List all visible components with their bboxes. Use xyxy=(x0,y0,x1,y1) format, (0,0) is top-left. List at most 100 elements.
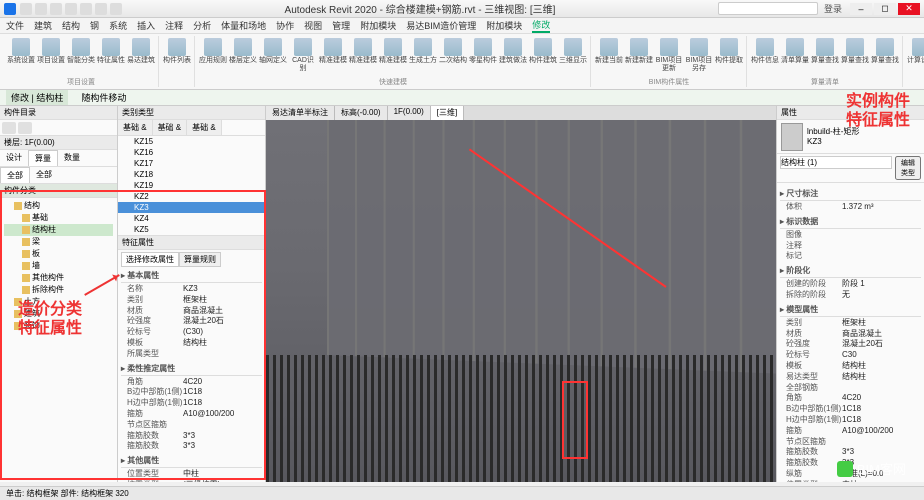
ribbon-button[interactable]: 精准建模 xyxy=(349,36,377,65)
tree-node[interactable]: 基础 xyxy=(4,212,113,224)
prop-row[interactable]: 全部钢筋 xyxy=(780,383,921,394)
ribbon-button[interactable]: 算量查找 xyxy=(841,36,869,65)
prop-section[interactable]: ▸ 尺寸标注 xyxy=(780,187,921,201)
prop-row[interactable]: 体积1.372 m³ xyxy=(780,202,921,213)
ribbon-button[interactable]: 生成土方 xyxy=(409,36,437,65)
prop-row[interactable]: 箍筋胶数3*3 xyxy=(780,447,921,458)
type-list[interactable]: KZ15KZ16KZ17KZ18KZ19KZ2KZ3KZ4KZ5 xyxy=(118,136,265,236)
ribbon-button[interactable]: 构件提取 xyxy=(715,36,743,65)
prop-row[interactable]: 位置类型中柱 xyxy=(780,480,921,482)
tree-node[interactable]: 梁 xyxy=(4,236,113,248)
prop-row[interactable]: H边中部筋(1侧)1C18 xyxy=(121,398,262,409)
prop-row[interactable]: 抗震类型(三级抗震) xyxy=(121,480,262,482)
list-item[interactable]: KZ3 xyxy=(118,202,265,213)
prop-row[interactable]: 易达类型结构柱 xyxy=(780,372,921,383)
prop-row[interactable]: 名称KZ3 xyxy=(121,284,262,295)
maximize-button[interactable]: ◻ xyxy=(874,3,896,15)
ribbon-button[interactable]: 精准建模 xyxy=(379,36,407,65)
menu-item[interactable]: 文件 xyxy=(6,19,24,32)
prop-row[interactable]: H边中部筋(1侧)1C18 xyxy=(780,415,921,426)
menu-item[interactable]: 分析 xyxy=(193,19,211,32)
ribbon-button[interactable]: 系统设置 xyxy=(7,36,35,65)
ribbon-button[interactable]: 构件信息 xyxy=(751,36,779,65)
prop-row[interactable]: 类别框架柱 xyxy=(121,295,262,306)
qat-icon[interactable] xyxy=(95,3,107,15)
ribbon-button[interactable]: 构件建筑 xyxy=(529,36,557,65)
context-option[interactable]: 随构件移动 xyxy=(76,90,131,105)
close-button[interactable]: ✕ xyxy=(898,3,920,15)
prop-row[interactable]: 砼标号(C30) xyxy=(121,327,262,338)
list-tab[interactable]: 基础 & xyxy=(118,120,153,135)
type-dropdown[interactable] xyxy=(780,156,892,169)
view-tab[interactable]: 1F(0.00) xyxy=(388,106,431,120)
prop-row[interactable]: 材质商品混凝土 xyxy=(780,329,921,340)
list-item[interactable]: KZ19 xyxy=(118,180,265,191)
prop-row[interactable]: 创建的阶段阶段 1 xyxy=(780,279,921,290)
tree-node[interactable]: 板 xyxy=(4,248,113,260)
prop-row[interactable]: 节点区箍筋 xyxy=(780,437,921,448)
prop-row[interactable]: 拆除的阶段无 xyxy=(780,290,921,301)
menu-item[interactable]: 建筑 xyxy=(34,19,52,32)
menu-item[interactable]: 管理 xyxy=(332,19,350,32)
qat-icon[interactable] xyxy=(110,3,122,15)
ribbon-button[interactable]: 建筑做法 xyxy=(499,36,527,65)
list-item[interactable]: KZ18 xyxy=(118,169,265,180)
left-tab[interactable]: 数量 xyxy=(58,150,86,166)
ribbon-button[interactable]: CAD识别 xyxy=(289,36,317,72)
prop-row[interactable]: 材质商品混凝土 xyxy=(121,306,262,317)
edit-type-button[interactable]: 编辑类型 xyxy=(895,156,921,180)
ribbon-button[interactable]: 零星构件 xyxy=(469,36,497,65)
list-item[interactable]: KZ4 xyxy=(118,213,265,224)
prop-section[interactable]: ▸ 阶段化 xyxy=(780,264,921,278)
ribbon-button[interactable]: 算量查找 xyxy=(871,36,899,65)
prop-row[interactable]: 图像 xyxy=(780,230,921,241)
prop-row[interactable]: 砼强度混凝土20石 xyxy=(121,316,262,327)
ribbon-button[interactable]: 楼层定义 xyxy=(229,36,257,65)
ribbon-button[interactable]: 智能分类 xyxy=(67,36,95,65)
ribbon-button[interactable]: 新建新建 xyxy=(625,36,653,65)
ribbon-button[interactable]: 项目设置 xyxy=(37,36,65,65)
menu-item[interactable]: 系统 xyxy=(109,19,127,32)
prop-row[interactable]: 箍筋A10@100/200 xyxy=(780,426,921,437)
viewport[interactable]: 易达清单半标注标高(-0.00)1F(0.00)[三维] xyxy=(266,106,776,482)
ribbon-button[interactable]: 清单算量 xyxy=(781,36,809,65)
ribbon-button[interactable]: 构件列表 xyxy=(163,36,191,65)
floor-dropdown[interactable]: 楼层: 1F(0.00) xyxy=(0,136,117,150)
prop-row[interactable]: 箍筋A10@100/200 xyxy=(121,409,262,420)
menu-item[interactable]: 附加模块 xyxy=(486,19,522,32)
left-tab[interactable]: 设计 xyxy=(0,150,28,166)
menu-item[interactable]: 注释 xyxy=(165,19,183,32)
prop-row[interactable]: 角筋4C20 xyxy=(121,377,262,388)
prop-row[interactable]: 模板结构柱 xyxy=(121,338,262,349)
tree-node[interactable]: 结构柱 xyxy=(4,224,113,236)
menu-item[interactable]: 结构 xyxy=(62,19,80,32)
menu-item[interactable]: 体量和场地 xyxy=(221,19,266,32)
prop-row[interactable]: 位置类型中柱 xyxy=(121,469,262,480)
prop-row[interactable]: 注释 xyxy=(780,241,921,252)
view-tab[interactable]: 易达清单半标注 xyxy=(266,106,335,120)
qat-icon[interactable] xyxy=(65,3,77,15)
prop-row[interactable]: 箍筋胶数3*3 xyxy=(121,441,262,452)
ribbon-button[interactable]: 三维显示 xyxy=(559,36,587,65)
prop-row[interactable]: 箍筋胶数3*3 xyxy=(121,431,262,442)
ribbon-button[interactable]: BIM项目另存 xyxy=(685,36,713,72)
minimize-button[interactable]: – xyxy=(850,3,872,15)
list-item[interactable]: KZ17 xyxy=(118,158,265,169)
ribbon-button[interactable]: 轴网定义 xyxy=(259,36,287,65)
prop-section[interactable]: ▸ 柔性推定属性 xyxy=(121,362,262,376)
prop-row[interactable]: 所属类型 xyxy=(121,349,262,360)
prop-section[interactable]: ▸ 标识数据 xyxy=(780,215,921,229)
prop-row[interactable]: B边中部筋(1侧)1C18 xyxy=(121,387,262,398)
context-tab[interactable]: 修改 | 结构柱 xyxy=(6,90,68,105)
prop-row[interactable]: 标记 xyxy=(780,251,921,262)
prop-row[interactable]: 砼强度混凝土20石 xyxy=(780,339,921,350)
list-tab[interactable]: 基础 & xyxy=(187,120,222,135)
user-login[interactable]: 登录 xyxy=(824,2,842,15)
list-item[interactable]: KZ2 xyxy=(118,191,265,202)
list-tab[interactable]: 基础 & xyxy=(153,120,188,135)
menu-item[interactable]: 视图 xyxy=(304,19,322,32)
ribbon-button[interactable]: 精准建模 xyxy=(319,36,347,65)
prop-section[interactable]: ▸ 模型属性 xyxy=(780,303,921,317)
list-item[interactable]: KZ5 xyxy=(118,224,265,235)
qat-icon[interactable] xyxy=(50,3,62,15)
